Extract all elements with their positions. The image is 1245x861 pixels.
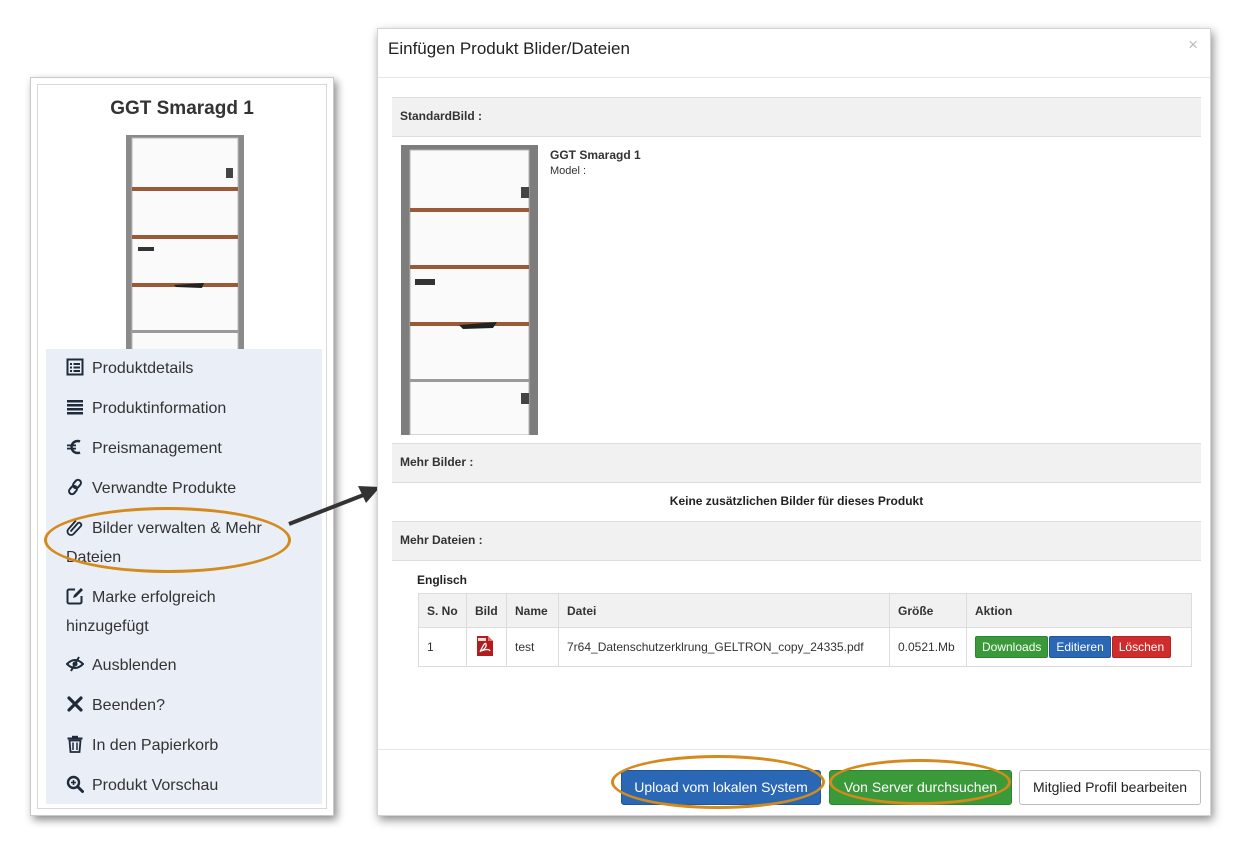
edit-button[interactable]: Editieren — [1049, 636, 1111, 658]
menu-item-label: Produktinformation — [92, 400, 227, 417]
product-model: Model : — [550, 165, 587, 177]
menu-item-marke-hinzugefuegt[interactable]: Marke erfolgreich hinzugefügt — [66, 583, 296, 641]
col-name: Name — [506, 593, 559, 628]
upload-local-button[interactable]: Upload vom lokalen System — [621, 770, 821, 805]
eye-slash-icon — [66, 656, 84, 672]
table-header-row: S. No Bild Name Datei Größe Aktion — [418, 593, 1192, 628]
product-action-menu: Produktdetails Produktinformation Preism… — [46, 349, 322, 804]
menu-item-label: In den Papierkorb — [92, 737, 219, 754]
delete-button[interactable]: Löschen — [1111, 636, 1172, 658]
modal-header: Einfügen Produkt Blider/Dateien × — [378, 29, 1210, 78]
product-name: GGT Smaragd 1 — [550, 148, 641, 162]
zoom-icon — [66, 775, 84, 793]
cell-name: test — [506, 627, 559, 667]
download-button[interactable]: Downloads — [975, 636, 1049, 658]
menu-item-papierkorb[interactable]: In den Papierkorb — [66, 731, 296, 760]
menu-item-label: Beenden? — [92, 697, 165, 714]
col-aktion: Aktion — [966, 593, 1192, 628]
cell-datei: 7r64_Datenschutzerklrung_GELTRON_copy_24… — [558, 627, 890, 667]
edit-profile-button[interactable]: Mitglied Profil bearbeiten — [1019, 770, 1201, 805]
cell-sno: 1 — [418, 627, 467, 667]
trash-icon — [67, 735, 83, 753]
product-side-panel-inner: GGT Smaragd 1 Produktdetails Produktinfo… — [37, 84, 327, 809]
modal-title: Einfügen Produkt Blider/Dateien — [388, 39, 630, 58]
close-icon — [67, 696, 83, 712]
menu-item-preismanagement[interactable]: Preismanagement — [66, 434, 296, 463]
menu-item-beenden[interactable]: Beenden? — [66, 691, 296, 720]
product-side-panel: GGT Smaragd 1 Produktdetails Produktinfo… — [30, 77, 334, 816]
menu-item-label: Ausblenden — [92, 657, 177, 674]
list-alt-icon — [66, 358, 84, 376]
cell-bild — [466, 627, 507, 667]
modal-footer: Upload vom lokalen System Von Server dur… — [378, 749, 1210, 817]
menu-item-verwandte-produkte[interactable]: Verwandte Produkte — [66, 474, 296, 503]
no-images-message: Keine zusätzlichen Bilder für dieses Pro… — [669, 494, 924, 508]
arrow-annotation — [288, 486, 380, 526]
link-icon — [68, 478, 82, 496]
close-icon[interactable]: × — [1188, 35, 1198, 55]
col-bild: Bild — [466, 593, 507, 628]
menu-item-label: Produktdetails — [92, 360, 194, 377]
table-row: 1 test 7r64_Datenschutzerklrung_GELTRON_… — [418, 627, 1192, 667]
product-title: GGT Smaragd 1 — [110, 98, 254, 119]
cell-groesse: 0.0521.Mb — [889, 627, 967, 667]
col-datei: Datei — [558, 593, 890, 628]
files-table: S. No Bild Name Datei Größe Aktion 1 tes… — [418, 593, 1192, 667]
list-icon — [67, 400, 83, 415]
cell-aktion: Downloads Editieren Löschen — [966, 627, 1192, 667]
menu-item-label: Verwandte Produkte — [92, 480, 237, 497]
section-standard-image: StandardBild : — [392, 97, 1201, 137]
pdf-file-icon[interactable] — [475, 635, 495, 657]
menu-item-label: Marke erfolgreich hinzugefügt — [66, 589, 216, 635]
col-sno: S. No — [418, 593, 467, 628]
product-door-thumbnail — [126, 135, 244, 355]
language-label: Englisch — [417, 573, 468, 587]
menu-item-label: Produkt Vorschau — [92, 777, 219, 794]
section-more-images: Mehr Bilder : — [392, 443, 1201, 483]
section-more-files: Mehr Dateien : — [392, 521, 1201, 561]
menu-item-produktinformation[interactable]: Produktinformation — [66, 394, 296, 423]
col-groesse: Größe — [889, 593, 967, 628]
product-door-image — [401, 145, 538, 435]
menu-item-bilder-verwalten[interactable]: Bilder verwalten & Mehr Dateien — [66, 514, 296, 572]
menu-item-produkt-vorschau[interactable]: Produkt Vorschau — [66, 771, 296, 800]
menu-item-ausblenden[interactable]: Ausblenden — [66, 651, 296, 680]
insert-files-modal: Einfügen Produkt Blider/Dateien × Standa… — [377, 28, 1211, 816]
browse-server-button[interactable]: Von Server durchsuchen — [829, 770, 1012, 805]
menu-item-label: Bilder verwalten & Mehr Dateien — [66, 520, 262, 566]
euro-icon — [67, 439, 81, 455]
menu-item-produktdetails[interactable]: Produktdetails — [66, 354, 296, 383]
paperclip-icon — [66, 520, 83, 536]
menu-item-label: Preismanagement — [92, 440, 222, 457]
edit-icon — [66, 588, 83, 605]
